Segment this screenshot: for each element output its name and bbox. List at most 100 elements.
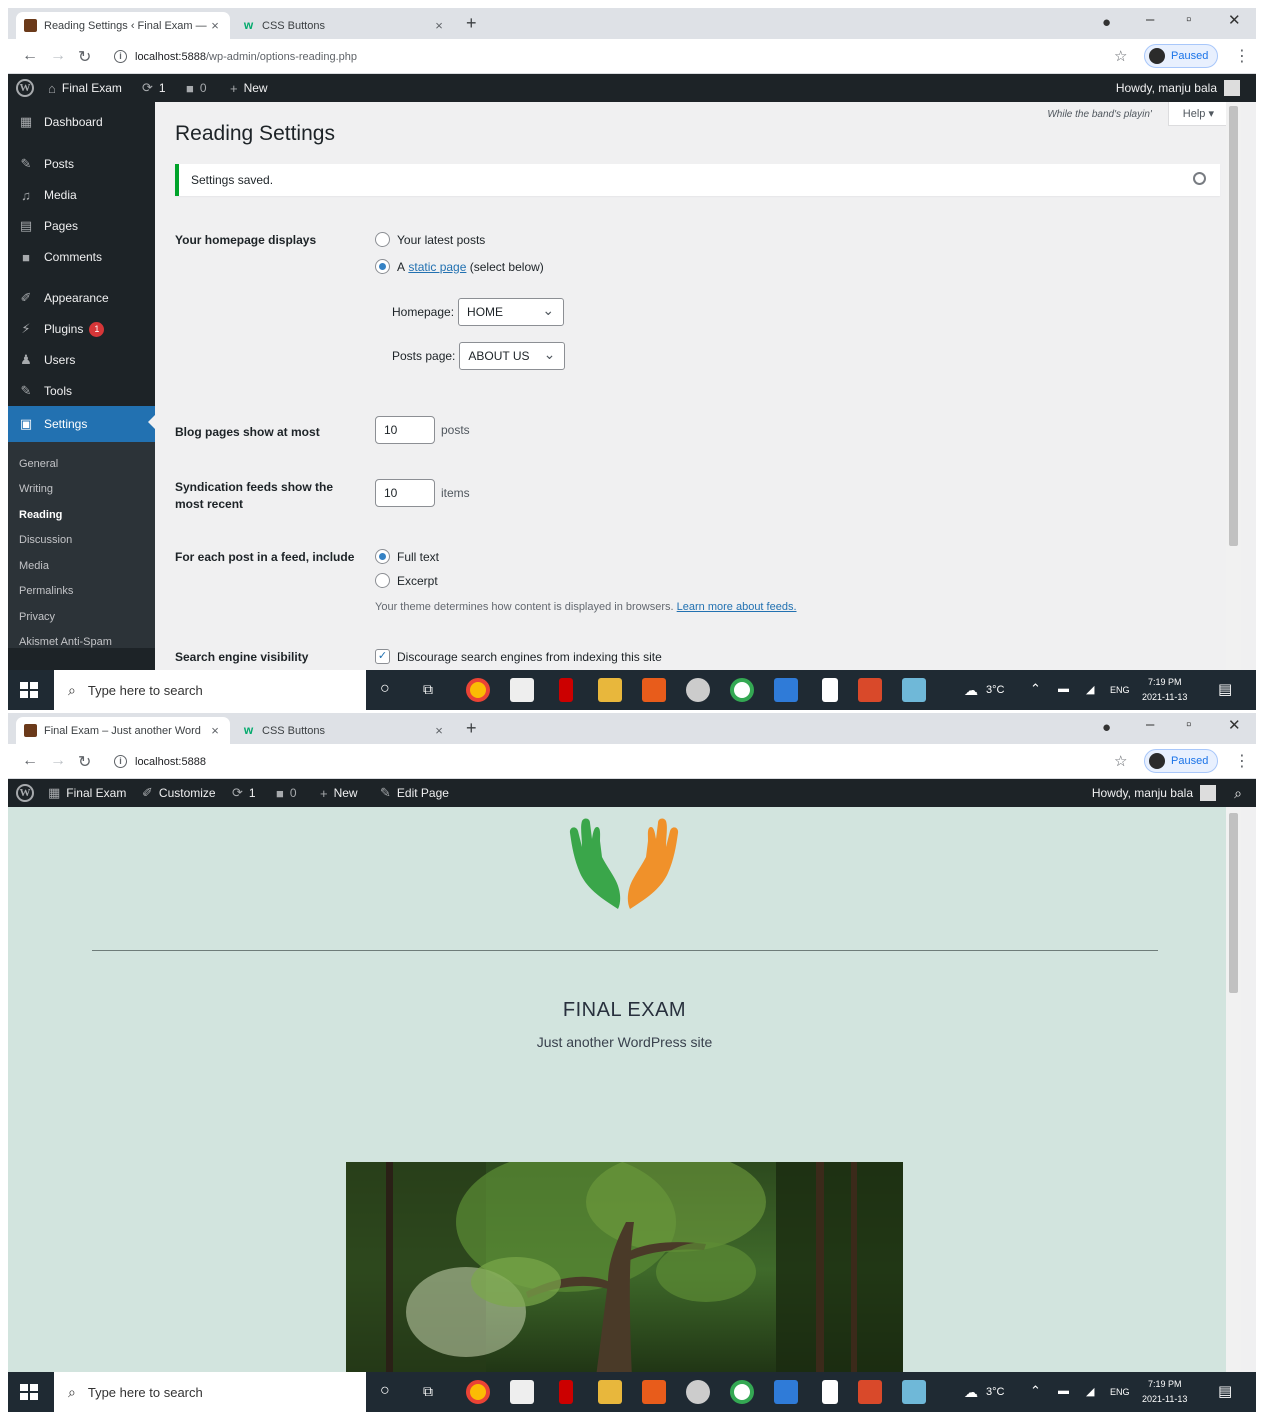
sidebar-item-plugins[interactable]: ⚡ Plugins 1	[8, 313, 155, 345]
tab-close-icon[interactable]: ×	[432, 723, 446, 738]
sidebar-item-appearance[interactable]: ✐ Appearance	[8, 282, 155, 314]
page-scrollbar[interactable]	[1226, 807, 1241, 1372]
app-taskbar-icon[interactable]	[774, 678, 798, 702]
radio-button[interactable]	[375, 573, 390, 588]
weather-icon[interactable]: ☁	[964, 1384, 978, 1401]
battery-icon[interactable]: ▬	[1058, 1385, 1069, 1397]
browser-tab-reading-settings[interactable]: Reading Settings ‹ Final Exam — ×	[16, 12, 230, 39]
reload-icon[interactable]: ↻	[78, 47, 91, 67]
app-taskbar-icon[interactable]	[902, 678, 926, 702]
store-taskbar-icon[interactable]	[510, 678, 534, 702]
task-view-icon[interactable]: ⧉	[423, 681, 433, 698]
windows-start-icon[interactable]	[20, 1384, 38, 1400]
radio-button[interactable]	[375, 232, 390, 247]
battery-icon[interactable]: ▬	[1058, 683, 1069, 695]
language-indicator[interactable]: ENG	[1110, 1387, 1130, 1397]
close-window-button[interactable]: ✕	[1228, 716, 1241, 734]
syndication-input[interactable]: 10	[375, 479, 435, 507]
radio-button-selected[interactable]	[375, 549, 390, 564]
close-window-button[interactable]: ✕	[1228, 11, 1241, 29]
office-taskbar-icon[interactable]	[642, 1380, 666, 1404]
posts-page-select[interactable]: ABOUT US	[459, 342, 566, 370]
weather-icon[interactable]: ☁	[964, 682, 978, 699]
blog-pages-input[interactable]: 10	[375, 416, 435, 444]
tab-close-icon[interactable]: ×	[432, 18, 446, 33]
task-view-icon[interactable]: ⧉	[423, 1383, 433, 1400]
windows-start-icon[interactable]	[20, 682, 38, 698]
submenu-reading[interactable]: Reading	[19, 509, 62, 521]
language-indicator[interactable]: ENG	[1110, 685, 1130, 695]
forward-arrow-icon[interactable]: →	[50, 47, 66, 65]
chrome-menu-icon[interactable]: ⋮	[1234, 46, 1250, 66]
clock-date[interactable]: 2021-11-13	[1142, 692, 1187, 702]
browser-taskbar-icon[interactable]	[730, 1380, 754, 1404]
address-bar[interactable]: i localhost:5888	[102, 748, 1192, 775]
radio-full-text[interactable]: Full text	[375, 549, 439, 564]
discourage-search-checkbox[interactable]: ✓	[375, 649, 390, 664]
browser-tab-css-buttons[interactable]: w CSS Buttons ×	[234, 717, 454, 744]
address-bar[interactable]: i localhost:5888 /wp-admin/options-readi…	[102, 43, 1192, 70]
app-taskbar-icon[interactable]	[559, 1380, 573, 1404]
bookmark-star-icon[interactable]: ☆	[1114, 752, 1127, 770]
admin-bar-account[interactable]: Howdy, manju bala	[1092, 779, 1216, 807]
back-arrow-icon[interactable]: ←	[22, 752, 38, 770]
admin-bar-comments[interactable]: ■ 0	[186, 74, 207, 102]
app-taskbar-icon[interactable]	[686, 678, 710, 702]
chevron-up-icon[interactable]: ⌃	[1030, 681, 1041, 697]
sidebar-item-pages[interactable]: ▤ Pages	[8, 210, 155, 242]
page-scrollbar[interactable]	[1226, 102, 1241, 672]
discourage-search-checkbox-row[interactable]: ✓ Discourage search engines from indexin…	[375, 649, 662, 664]
clock-time[interactable]: 7:19 PM	[1148, 1379, 1182, 1389]
notepad-taskbar-icon[interactable]	[822, 1380, 838, 1404]
app-taskbar-icon[interactable]	[902, 1380, 926, 1404]
sidebar-item-posts[interactable]: ✎ Posts	[8, 148, 155, 180]
notification-icon[interactable]: ▤	[1218, 680, 1232, 698]
admin-bar-new[interactable]: + New	[230, 74, 268, 102]
chevron-up-icon[interactable]: ⌃	[1030, 1383, 1041, 1399]
scrollbar-thumb[interactable]	[1229, 813, 1238, 993]
sidebar-item-tools[interactable]: ✎ Tools	[8, 375, 155, 407]
clock-time[interactable]: 7:19 PM	[1148, 677, 1182, 687]
store-taskbar-icon[interactable]	[510, 1380, 534, 1404]
bookmark-star-icon[interactable]: ☆	[1114, 47, 1127, 65]
dismiss-notice-icon[interactable]	[1193, 172, 1206, 185]
admin-bar-customize[interactable]: ✐ Customize	[142, 779, 216, 807]
radio-static-page[interactable]: A static page (select below)	[375, 259, 544, 274]
sidebar-item-dashboard[interactable]: ▦ Dashboard	[8, 106, 155, 138]
notepad-taskbar-icon[interactable]	[822, 678, 838, 702]
submenu-general[interactable]: General	[19, 458, 58, 470]
site-title[interactable]: FINAL EXAM	[8, 999, 1241, 1022]
admin-bar-edit-page[interactable]: ✎ Edit Page	[380, 779, 449, 807]
app-taskbar-icon[interactable]	[858, 678, 882, 702]
homepage-select[interactable]: HOME	[458, 298, 565, 326]
maximize-button[interactable]: ▫	[1186, 11, 1191, 28]
static-page-link[interactable]: static page	[408, 260, 466, 274]
profile-button[interactable]: Paused	[1144, 749, 1218, 773]
submenu-writing[interactable]: Writing	[19, 483, 53, 495]
app-taskbar-icon[interactable]	[686, 1380, 710, 1404]
learn-more-feeds-link[interactable]: Learn more about feeds.	[677, 601, 797, 613]
submenu-discussion[interactable]: Discussion	[19, 534, 72, 546]
sidebar-item-settings[interactable]: ▣ Settings	[8, 406, 155, 442]
site-info-icon[interactable]: i	[114, 50, 127, 63]
clock-date[interactable]: 2021-11-13	[1142, 1394, 1187, 1404]
tab-close-icon[interactable]: ×	[208, 723, 222, 738]
app-taskbar-icon[interactable]	[559, 678, 573, 702]
browser-tab-final-exam[interactable]: Final Exam – Just another Word ×	[16, 717, 230, 744]
admin-bar-account[interactable]: Howdy, manju bala	[1116, 74, 1240, 102]
taskbar-search-box[interactable]: ⌕ Type here to search	[54, 1372, 366, 1412]
profile-button[interactable]: Paused	[1144, 44, 1218, 68]
taskbar-search-box[interactable]: ⌕ Type here to search	[54, 670, 366, 710]
file-explorer-taskbar-icon[interactable]	[598, 678, 622, 702]
sidebar-item-comments[interactable]: ■ Comments	[8, 241, 155, 273]
forward-arrow-icon[interactable]: →	[50, 752, 66, 770]
submenu-privacy[interactable]: Privacy	[19, 611, 55, 623]
admin-bar-new[interactable]: + New	[320, 779, 358, 807]
cortana-icon[interactable]: ○	[380, 680, 390, 698]
radio-button-selected[interactable]	[375, 259, 390, 274]
browser-tab-css-buttons[interactable]: w CSS Buttons ×	[234, 12, 454, 39]
notification-icon[interactable]: ▤	[1218, 1382, 1232, 1400]
admin-bar-updates[interactable]: ⟳ 1	[142, 74, 166, 102]
chrome-profile-circle-icon[interactable]: ●	[1102, 14, 1111, 31]
scrollbar-thumb[interactable]	[1229, 106, 1238, 546]
